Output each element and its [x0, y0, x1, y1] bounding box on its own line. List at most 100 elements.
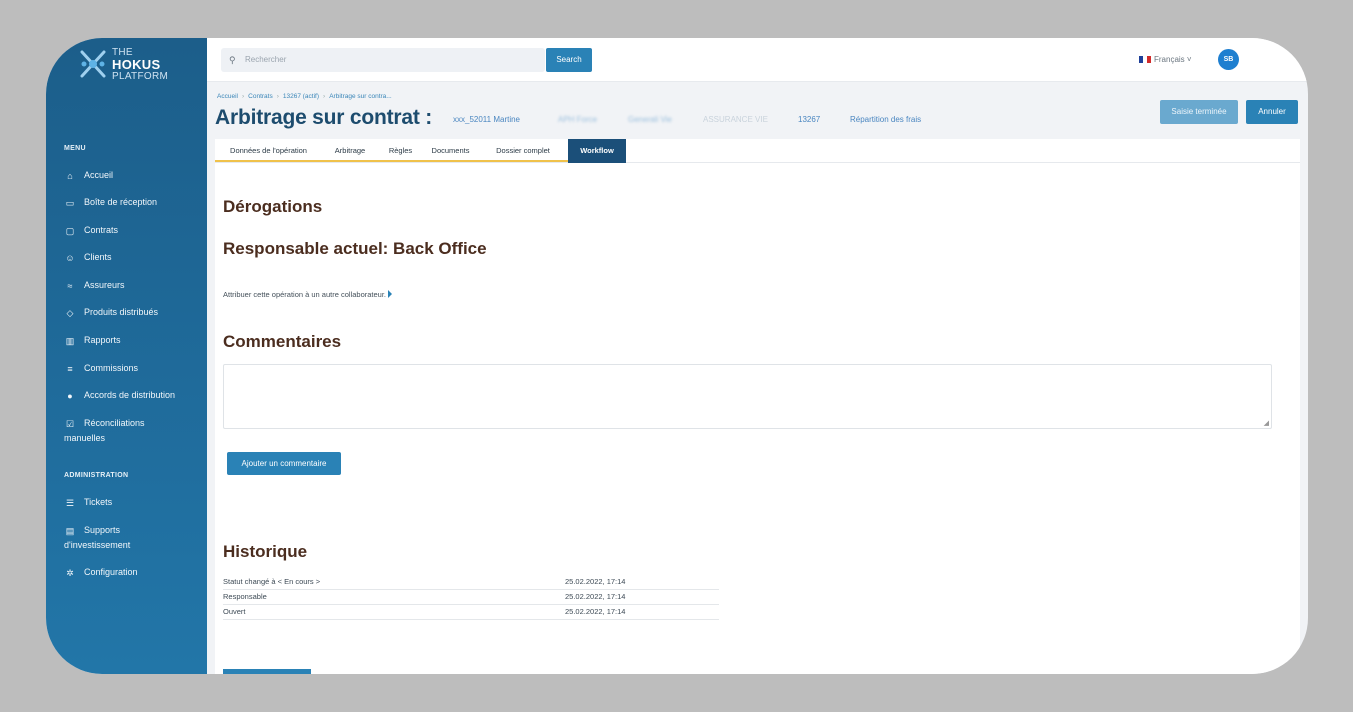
french-flag-icon — [1139, 56, 1151, 63]
sidebar-item-produits[interactable]: ◇ Produits distribués — [64, 305, 204, 320]
gear-icon: ✲ — [66, 568, 74, 578]
sidebar-item-label: Produits distribués — [84, 307, 159, 317]
meta-blurred-1: APH Force — [558, 115, 598, 124]
meta-product: ASSURANCE VIE — [703, 115, 768, 124]
assign-link[interactable]: Attribuer cette opération à un autre col… — [223, 290, 393, 299]
breadcrumb-separator: › — [241, 93, 245, 100]
sidebar-item-label-line2: manuelles — [64, 433, 106, 443]
coins-icon: ≡ — [67, 364, 73, 374]
breadcrumb: Accueil › Contrats › 13267 (actif) › Arbitrage… — [217, 93, 392, 100]
logo-line-2: HOKUS — [112, 57, 161, 72]
sidebar-item-label: Accords de distribution — [84, 390, 176, 400]
sidebar-item-assureurs[interactable]: ≈ Assureurs — [64, 278, 204, 293]
users-icon: ☺ — [65, 253, 75, 263]
history-date: 25.02.2022, 17:14 — [565, 592, 626, 601]
history-heading: Historique — [223, 542, 308, 561]
chart-icon: ▤ — [65, 526, 75, 536]
app-window: THE HOKUS PLATFORM MENU ⌂ Accueil ▭ Boîte … — [46, 38, 1308, 674]
sidebar-item-contrats[interactable]: ▢ Contrats — [64, 223, 204, 238]
caret-right-icon — [388, 290, 393, 298]
assign-text: Attribuer cette opération à un autre col… — [223, 290, 387, 299]
box-icon: ◇ — [66, 308, 74, 318]
meta-contract-link[interactable]: 13267 — [798, 115, 820, 124]
menu-section-title: MENU — [64, 145, 86, 152]
responsable-heading: Responsable actuel: Back Office — [223, 239, 487, 258]
books-icon: ▥ — [65, 336, 75, 346]
breadcrumb-contract[interactable]: 13267 (actif) — [283, 93, 319, 100]
sidebar-item-label: Assureurs — [84, 280, 125, 290]
sidebar-item-label: Configuration — [84, 567, 138, 577]
saisie-terminee-button[interactable]: Saisie terminée — [1160, 100, 1238, 124]
sidebar-item-accueil[interactable]: ⌂ Accueil — [64, 168, 204, 183]
logo-line-3: PLATFORM — [112, 71, 169, 82]
sidebar-item-label: Accueil — [84, 170, 114, 180]
sidebar-item-label: Tickets — [84, 497, 113, 507]
list-icon: ☰ — [65, 498, 75, 508]
sidebar-item-reconciliations[interactable]: ☑ Réconciliations manuelles — [64, 416, 204, 446]
tab-documents[interactable]: Documents — [423, 139, 478, 162]
breadcrumb-separator: › — [276, 93, 279, 100]
breadcrumb-separator: › — [323, 93, 326, 100]
sidebar-item-label: Commissions — [84, 363, 139, 373]
history-row: Ouvert 25.02.2022, 17:14 — [223, 605, 719, 620]
history-row: Responsable 25.02.2022, 17:14 — [223, 590, 719, 605]
sidebar-item-label: Boîte de réception — [84, 197, 158, 207]
comment-textarea[interactable]: ◢ — [223, 364, 1272, 429]
breadcrumb-accueil[interactable]: Accueil — [217, 93, 238, 100]
breadcrumb-current: Arbitrage sur contra... — [329, 93, 392, 100]
derogations-heading: Dérogations — [223, 197, 323, 216]
meta-fees-link[interactable]: Répartition des frais — [850, 115, 921, 124]
sidebar-item-clients[interactable]: ☺ Clients — [64, 250, 204, 265]
search-icon: ⚲ — [229, 55, 236, 65]
tab-workflow[interactable]: Workflow — [568, 139, 626, 163]
hokus-logo-icon — [80, 50, 106, 78]
chat-icon: ● — [67, 391, 73, 401]
sidebar-item-rapports[interactable]: ▥ Rapports — [64, 333, 204, 348]
sidebar-item-configuration[interactable]: ✲ Configuration — [64, 565, 204, 580]
sidebar-item-label-line2: d'investissement — [64, 540, 131, 550]
hokus-logo[interactable]: THE HOKUS PLATFORM — [78, 48, 188, 84]
admin-section-title: ADMINISTRATION — [64, 472, 129, 479]
history-table: Statut changé à < En cours > 25.02.2022, … — [223, 575, 719, 620]
sidebar: THE HOKUS PLATFORM MENU ⌂ Accueil ▭ Boîte … — [46, 38, 207, 674]
sidebar-item-tickets[interactable]: ☰ Tickets — [64, 495, 204, 510]
tab-bar: Données de l'opération Arbitrage Règles … — [215, 139, 1300, 163]
bottom-button[interactable] — [223, 669, 311, 674]
search-input[interactable]: ⚲ Rechercher — [221, 48, 545, 72]
meta-client-link[interactable]: xxx_52011 Martine — [453, 115, 520, 124]
inbox-icon: ▭ — [65, 198, 75, 208]
annuler-button[interactable]: Annuler — [1246, 100, 1298, 124]
topbar: ⚲ Rechercher Search Français ˅ SB — [207, 38, 1308, 82]
sidebar-item-commissions[interactable]: ≡ Commissions — [64, 361, 204, 376]
home-icon: ⌂ — [67, 171, 73, 181]
clipboard-icon: ▢ — [65, 226, 75, 236]
tab-donnees[interactable]: Données de l'opération — [215, 139, 322, 162]
tab-arbitrage[interactable]: Arbitrage — [322, 139, 378, 162]
sidebar-item-accords[interactable]: ● Accords de distribution — [64, 388, 204, 403]
handshake-icon: ≈ — [67, 281, 73, 291]
language-selector[interactable]: Français ˅ — [1139, 55, 1192, 64]
content-panel: Données de l'opération Arbitrage Règles … — [215, 139, 1300, 674]
sidebar-item-supports[interactable]: ▤ Supports d'investissement — [64, 523, 204, 553]
user-avatar[interactable]: SB — [1218, 49, 1239, 70]
search-placeholder: Rechercher — [245, 55, 287, 64]
chevron-down-icon: ˅ — [1184, 55, 1192, 64]
sidebar-item-label: Rapports — [84, 335, 121, 345]
sidebar-item-inbox[interactable]: ▭ Boîte de réception — [64, 195, 204, 210]
logo-text: THE HOKUS PLATFORM — [112, 48, 168, 82]
meta-blurred-2: Generali Vie — [628, 115, 672, 124]
sidebar-item-label: Supports — [84, 525, 121, 535]
search-button[interactable]: Search — [546, 48, 592, 72]
tab-regles[interactable]: Règles — [378, 139, 423, 162]
breadcrumb-contrats[interactable]: Contrats — [248, 93, 273, 100]
history-event: Responsable — [223, 592, 267, 601]
sidebar-item-label: Réconciliations — [84, 418, 145, 428]
tab-dossier-complet[interactable]: Dossier complet — [478, 139, 568, 162]
history-date: 25.02.2022, 17:14 — [565, 577, 626, 586]
page-title: Arbitrage sur contrat : — [215, 106, 433, 129]
resize-grip-icon[interactable]: ◢ — [1264, 419, 1269, 427]
comments-heading: Commentaires — [223, 332, 342, 351]
history-date: 25.02.2022, 17:14 — [565, 607, 626, 616]
add-comment-button[interactable]: Ajouter un commentaire — [227, 452, 341, 475]
sidebar-item-label: Contrats — [84, 225, 119, 235]
